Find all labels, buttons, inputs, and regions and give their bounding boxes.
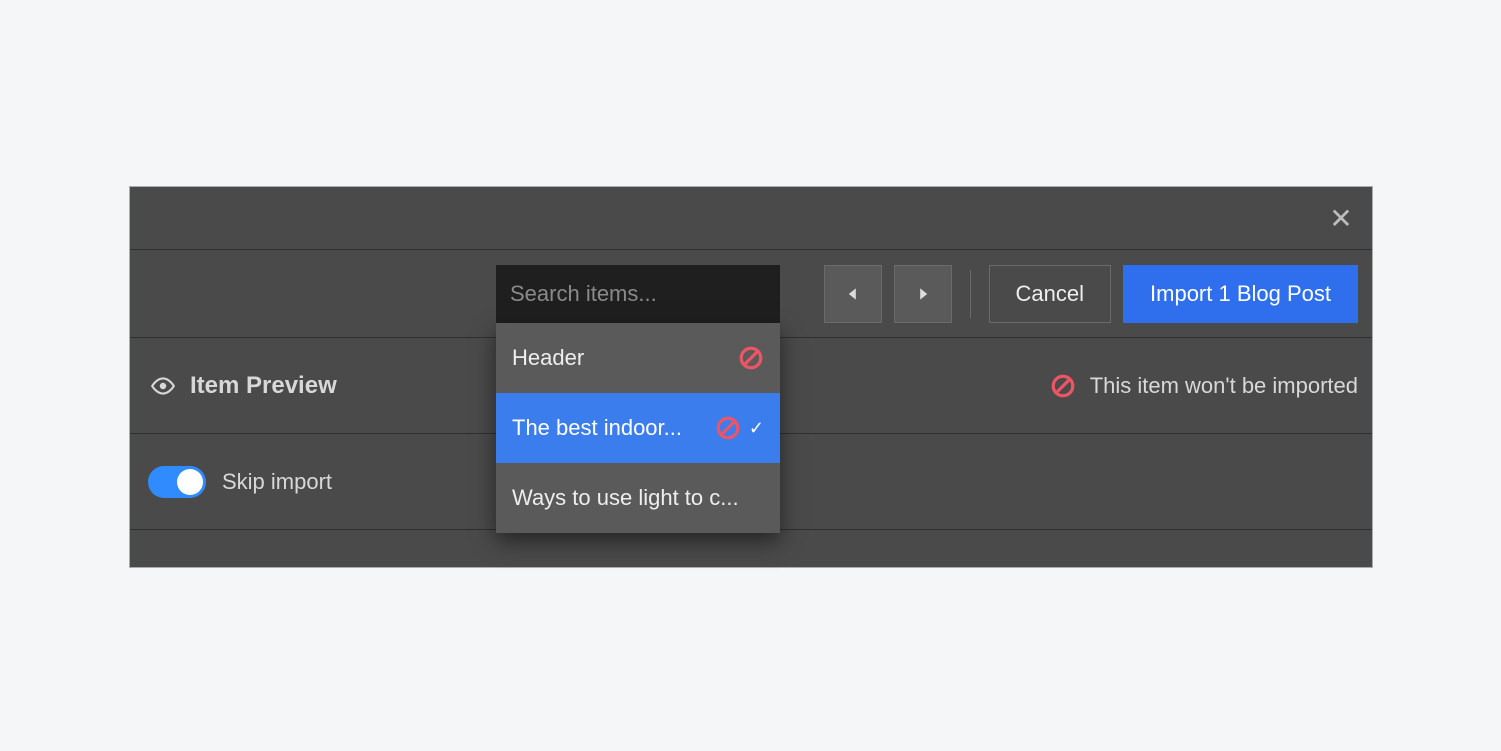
- search-dropdown: Header The best indoor... ✓ Ways to use …: [496, 323, 780, 533]
- close-button[interactable]: ✕: [1324, 201, 1358, 235]
- import-warning-text: This item won't be imported: [1090, 373, 1358, 399]
- dialog-toolbar: Header The best indoor... ✓ Ways to use …: [130, 250, 1372, 338]
- dropdown-item-header[interactable]: Header: [496, 323, 780, 393]
- dropdown-item-label: Ways to use light to c...: [512, 485, 764, 511]
- forbidden-icon: [738, 345, 764, 371]
- import-button-label: Import 1 Blog Post: [1150, 281, 1331, 307]
- skip-import-toggle[interactable]: [148, 466, 206, 498]
- item-preview-title-group: Item Preview: [150, 372, 337, 400]
- check-icon: ✓: [749, 418, 764, 439]
- skip-import-label: Skip import: [222, 469, 332, 495]
- toolbar-divider: [970, 270, 971, 318]
- forbidden-icon: [715, 415, 741, 441]
- dialog-topbar: ✕: [130, 187, 1372, 250]
- eye-icon: [150, 373, 176, 399]
- dropdown-item-label: The best indoor...: [512, 415, 707, 441]
- search-input[interactable]: [496, 265, 780, 323]
- import-warning: This item won't be imported: [1050, 373, 1358, 399]
- prev-button[interactable]: [824, 265, 882, 323]
- dropdown-item-ways-light[interactable]: Ways to use light to c...: [496, 463, 780, 533]
- next-button[interactable]: [894, 265, 952, 323]
- search-dropdown-container: Header The best indoor... ✓ Ways to use …: [496, 265, 780, 323]
- triangle-left-icon: [846, 287, 860, 301]
- dropdown-item-label: Header: [512, 345, 730, 371]
- import-button[interactable]: Import 1 Blog Post: [1123, 265, 1358, 323]
- forbidden-icon: [1050, 373, 1076, 399]
- item-preview-title: Item Preview: [190, 372, 337, 400]
- dialog-bottom-strip: [130, 530, 1372, 566]
- cancel-button[interactable]: Cancel: [989, 265, 1111, 323]
- triangle-right-icon: [916, 287, 930, 301]
- cancel-button-label: Cancel: [1016, 281, 1084, 307]
- import-dialog: ✕ Header The best indoor... ✓: [130, 187, 1372, 567]
- toggle-knob: [177, 469, 203, 495]
- dropdown-item-best-indoor[interactable]: The best indoor... ✓: [496, 393, 780, 463]
- nav-button-group: [824, 265, 952, 323]
- close-icon: ✕: [1329, 202, 1352, 235]
